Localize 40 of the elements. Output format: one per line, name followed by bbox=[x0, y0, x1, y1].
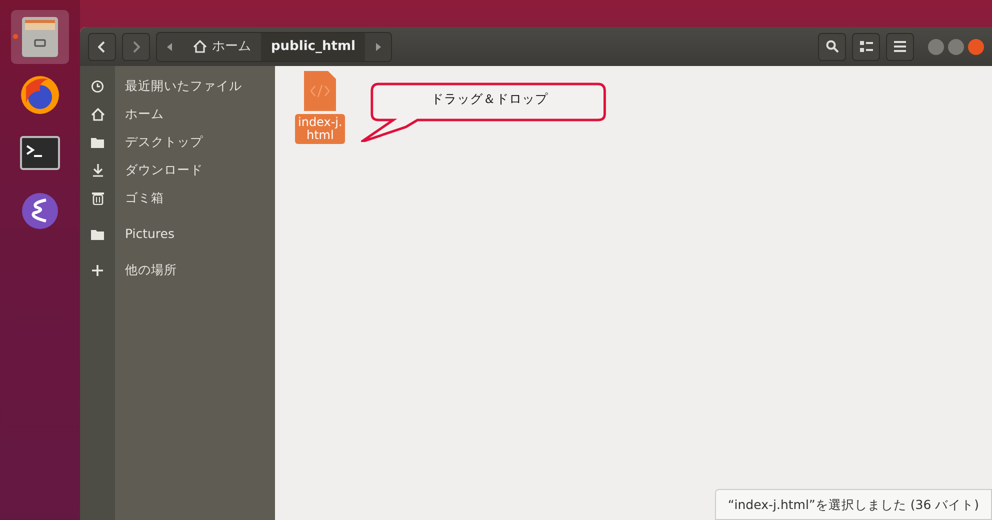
file-cabinet-icon bbox=[20, 15, 60, 59]
sidebar-item[interactable]: 他の場所 bbox=[80, 256, 275, 284]
maximize-button[interactable] bbox=[948, 38, 964, 54]
minimize-button[interactable] bbox=[928, 38, 944, 54]
clock-icon bbox=[91, 80, 104, 92]
html-file-icon bbox=[304, 71, 336, 111]
download-icon bbox=[92, 164, 104, 176]
breadcrumb[interactable]: public_html bbox=[261, 32, 366, 60]
emacs-icon bbox=[20, 191, 60, 231]
left-triangle-icon bbox=[167, 42, 173, 50]
sidebar-item[interactable]: デスクトップ bbox=[80, 128, 275, 156]
terminal-icon bbox=[20, 136, 60, 170]
file-item[interactable]: index-j. html bbox=[295, 71, 346, 144]
list-view-icon bbox=[860, 41, 872, 52]
sidebar-item[interactable]: 最近開いたファイル bbox=[80, 72, 275, 100]
file-name: index-j. html bbox=[295, 114, 346, 144]
breadcrumb[interactable]: ホーム bbox=[183, 32, 261, 60]
view-toggle-button[interactable] bbox=[852, 32, 880, 60]
right-triangle-icon bbox=[375, 42, 382, 50]
callout-text: ドラッグ＆ドロップ bbox=[431, 90, 548, 108]
folder-icon bbox=[91, 228, 104, 240]
fox-globe-icon bbox=[18, 73, 62, 117]
home-icon bbox=[90, 108, 104, 120]
sidebar-item[interactable]: ゴミ箱 bbox=[80, 184, 275, 212]
close-button[interactable] bbox=[968, 38, 984, 54]
folder-icon bbox=[91, 136, 104, 148]
sidebar-item[interactable]: ダウンロード bbox=[80, 156, 275, 184]
status-bar: “index-j.html”を選択しました (36 バイト) bbox=[714, 489, 992, 520]
search-icon bbox=[826, 40, 838, 53]
plus-icon bbox=[92, 264, 103, 276]
home-icon bbox=[193, 40, 207, 53]
sidebar-item[interactable]: ホーム bbox=[80, 100, 275, 128]
back-button[interactable] bbox=[88, 32, 116, 60]
trash-icon bbox=[92, 192, 104, 204]
menu-button[interactable] bbox=[886, 32, 914, 60]
running-indicator bbox=[13, 34, 18, 39]
forward-button[interactable] bbox=[122, 32, 150, 60]
sidebar-item[interactable]: Pictures bbox=[80, 220, 275, 248]
search-button[interactable] bbox=[818, 32, 846, 60]
menu-icon bbox=[894, 41, 906, 52]
